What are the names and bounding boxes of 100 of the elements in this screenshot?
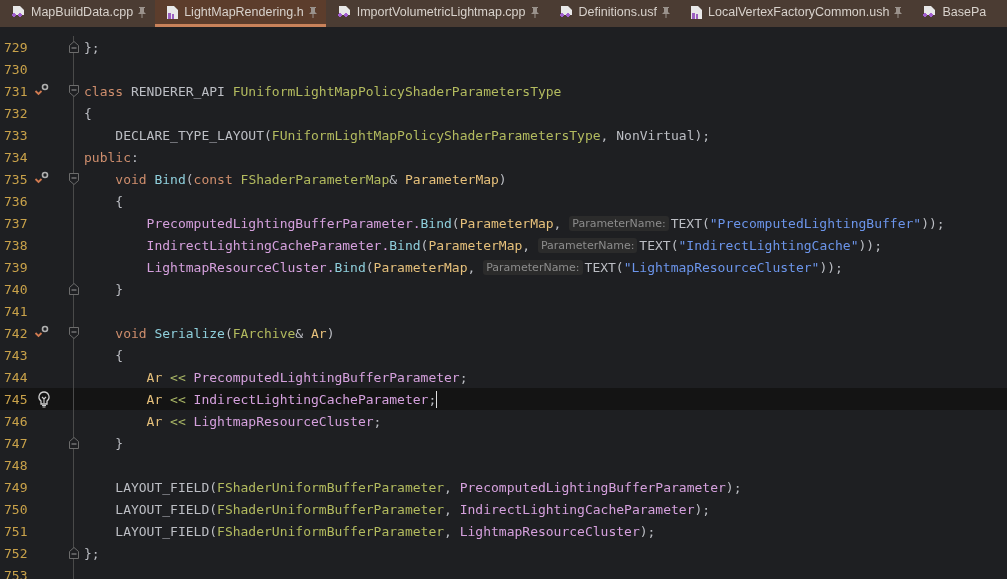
source-file-icon — [11, 4, 26, 20]
line-number: 732 — [3, 105, 29, 121]
code-token: RENDERER_API — [130, 83, 226, 99]
code-token: Ar — [311, 325, 327, 341]
file-tab[interactable]: BasePa — [911, 0, 1007, 27]
line-number: 729 — [3, 39, 29, 55]
file-tab[interactable]: Definitions.usf — [547, 0, 680, 27]
code-token: Ar — [145, 369, 164, 385]
code-token: FShaderUniformBufferParameter — [217, 479, 445, 495]
lightbulb-icon[interactable] — [37, 390, 51, 408]
code-token: Ar — [145, 391, 164, 407]
code-token: , — [522, 237, 532, 253]
code-token: { — [114, 193, 124, 209]
code-token: IndirectLightingCacheParameter — [193, 391, 429, 407]
code-token: LAYOUT_FIELD( — [114, 479, 218, 495]
line-number: 747 — [3, 435, 29, 451]
code-token: ) — [326, 325, 335, 341]
code-token: Bind — [334, 259, 366, 275]
code-token: TEXT( — [584, 259, 624, 275]
fold-marker-icon[interactable] — [69, 547, 79, 559]
line-number: 737 — [3, 215, 29, 231]
line-number: 730 — [3, 61, 29, 77]
text-caret — [436, 390, 438, 408]
header-file-icon — [690, 4, 704, 20]
code-token: FUniformLightMapPolicyShaderParametersType — [232, 83, 562, 99]
code-token: ) — [498, 171, 507, 187]
line-number: 750 — [3, 501, 29, 517]
pin-icon[interactable] — [894, 6, 903, 18]
fold-marker-icon[interactable] — [69, 283, 79, 295]
code-token: : — [130, 149, 139, 165]
code-token: }; — [84, 39, 100, 55]
code-token: )); — [819, 259, 843, 275]
inlay-hint: ParameterName: — [537, 237, 638, 253]
fold-marker-icon[interactable] — [69, 85, 79, 97]
code-token: ( — [224, 325, 233, 341]
code-token: "IndirectLightingCache" — [678, 237, 859, 253]
line-number: 735 — [3, 171, 29, 187]
code-token: LAYOUT_FIELD( — [114, 523, 218, 539]
code-token: )); — [858, 237, 882, 253]
pin-icon[interactable] — [138, 6, 147, 18]
code-token: , — [444, 479, 453, 495]
line-number: 734 — [3, 149, 29, 165]
code-token: TEXT( — [639, 237, 679, 253]
file-tab[interactable]: LightMapRendering.h — [155, 0, 326, 27]
code-token: , NonVirtual); — [600, 127, 711, 143]
file-tab[interactable]: LocalVertexFactoryCommon.ush — [679, 0, 912, 27]
code-token: { — [114, 347, 124, 363]
line-number: 742 — [3, 325, 29, 341]
code-token: { — [84, 105, 92, 121]
inlay-hint: ParameterName: — [569, 215, 669, 231]
file-tab[interactable]: ImportVolumetricLightmap.cpp — [325, 0, 548, 27]
code-token: ( — [185, 171, 194, 187]
line-number: 733 — [3, 127, 29, 143]
code-token: & — [295, 325, 305, 341]
file-tab[interactable]: MapBuildData.cpp — [0, 0, 156, 27]
code-token: & — [389, 171, 399, 187]
code-token: "LightmapResourceCluster" — [623, 259, 820, 275]
code-token: ParameterMap — [373, 259, 468, 275]
line-number: 753 — [3, 567, 29, 579]
code-token: ParameterMap — [428, 237, 523, 253]
code-token: ( — [451, 215, 460, 231]
pin-icon[interactable] — [530, 6, 539, 18]
source-file-icon — [922, 4, 938, 20]
code-token: LightmapResourceCluster — [193, 413, 374, 429]
code-token: }; — [84, 545, 100, 561]
code-token: Bind — [389, 237, 421, 253]
code-token: ( — [365, 259, 374, 275]
code-token: ; — [373, 413, 382, 429]
code-token: class — [84, 83, 125, 99]
fold-marker-icon[interactable] — [69, 173, 79, 185]
code-token: void — [114, 325, 148, 341]
code-token: ); — [725, 479, 742, 495]
code-token: ); — [639, 523, 656, 539]
code-token: public — [84, 149, 131, 165]
line-number: 739 — [3, 259, 29, 275]
line-number: 744 — [3, 369, 29, 385]
pin-icon[interactable] — [662, 6, 671, 18]
code-token: } — [114, 435, 124, 451]
code-token: , — [467, 259, 477, 275]
code-token: Bind — [420, 215, 452, 231]
code-token: ParameterMap — [404, 171, 499, 187]
fold-marker-icon[interactable] — [69, 41, 79, 53]
code-token: PrecomputedLightingBufferParameter — [193, 369, 460, 385]
code-token: LAYOUT_FIELD( — [114, 501, 218, 517]
fold-marker-icon[interactable] — [69, 327, 79, 339]
code-token: ; — [428, 391, 437, 407]
line-number: 751 — [3, 523, 29, 539]
code-token: FShaderUniformBufferParameter — [217, 501, 445, 517]
code-token: const — [193, 171, 234, 187]
code-token: void — [114, 171, 148, 187]
code-token: LightmapResourceCluster — [459, 523, 640, 539]
code-token: ); — [694, 501, 711, 517]
line-number: 749 — [3, 479, 29, 495]
fold-marker-icon[interactable] — [69, 437, 79, 449]
source-file-icon — [336, 4, 352, 20]
code-token: )); — [921, 215, 945, 231]
code-token: Serialize — [154, 325, 225, 341]
code-token: , — [444, 523, 453, 539]
pin-icon[interactable] — [308, 6, 317, 18]
code-token: ( — [420, 237, 429, 253]
